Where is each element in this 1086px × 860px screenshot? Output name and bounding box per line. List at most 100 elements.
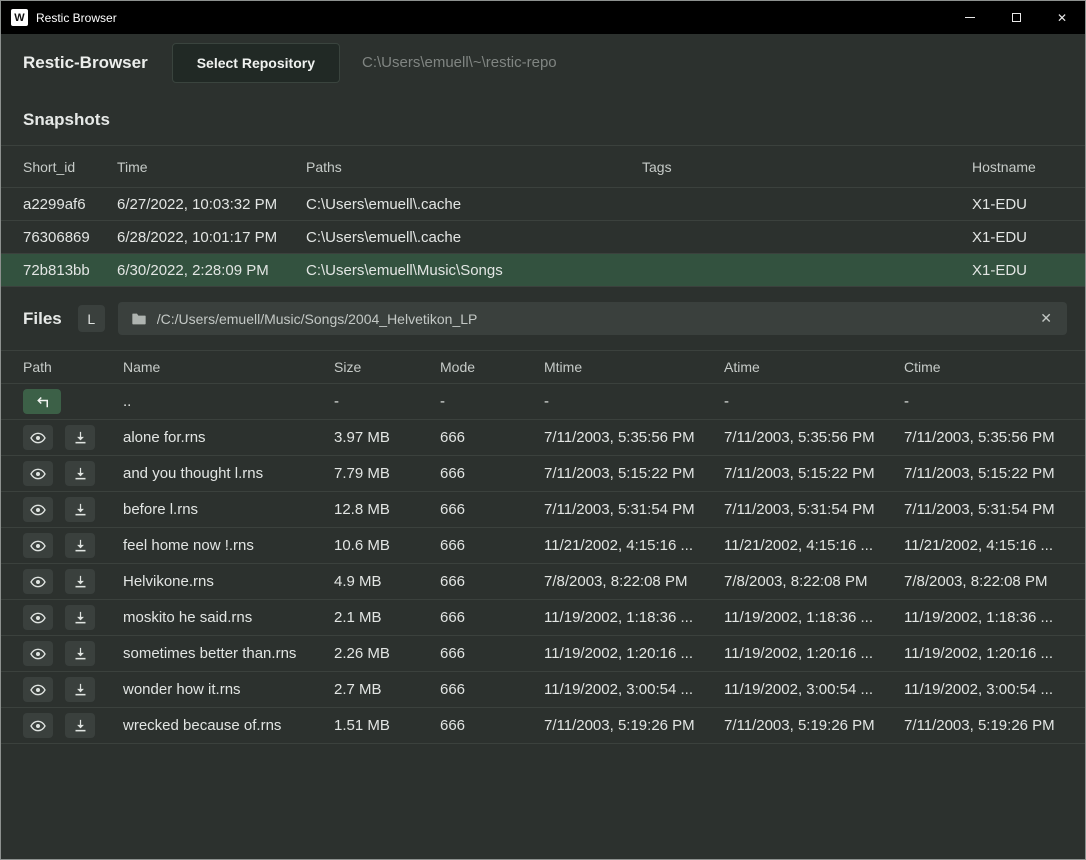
file-mode: 666 <box>440 501 544 518</box>
file-name: and you thought l.rns <box>123 465 334 482</box>
file-atime: 11/19/2002, 1:18:36 ... <box>724 609 904 626</box>
repository-path: C:\Users\emuell\~\restic-repo <box>362 54 557 71</box>
snapshot-time: 6/28/2022, 10:01:17 PM <box>117 229 306 246</box>
file-mode: 666 <box>440 429 544 446</box>
file-mode: 666 <box>440 645 544 662</box>
snapshot-short-id: a2299af6 <box>23 196 117 213</box>
snapshot-short-id: 76306869 <box>23 229 117 246</box>
file-ctime: 11/19/2002, 1:20:16 ... <box>904 645 1085 662</box>
file-row[interactable]: feel home now !.rns 10.6 MB 666 11/21/20… <box>1 528 1085 564</box>
file-size: 2.7 MB <box>334 681 440 698</box>
snapshot-paths: C:\Users\emuell\Music\Songs <box>306 262 642 279</box>
file-name: wonder how it.rns <box>123 681 334 698</box>
file-actions <box>23 533 123 558</box>
snapshot-row[interactable]: a2299af6 6/27/2022, 10:03:32 PM C:\Users… <box>1 188 1085 221</box>
minimize-icon <box>965 17 975 18</box>
file-row[interactable]: sometimes better than.rns 2.26 MB 666 11… <box>1 636 1085 672</box>
file-atime: 7/8/2003, 8:22:08 PM <box>724 573 904 590</box>
download-icon <box>73 502 88 517</box>
preview-button[interactable] <box>23 677 53 702</box>
file-size: 2.26 MB <box>334 645 440 662</box>
window-title: Restic Browser <box>36 11 947 25</box>
file-name: Helvikone.rns <box>123 573 334 590</box>
go-up-button[interactable] <box>23 389 61 414</box>
clear-path-button[interactable]: ✕ <box>1038 310 1054 327</box>
snapshots-table-header: Short_id Time Paths Tags Hostname <box>1 146 1085 188</box>
download-icon <box>73 682 88 697</box>
file-row[interactable]: and you thought l.rns 7.79 MB 666 7/11/2… <box>1 456 1085 492</box>
download-button[interactable] <box>65 605 95 630</box>
file-row[interactable]: moskito he said.rns 2.1 MB 666 11/19/200… <box>1 600 1085 636</box>
download-button[interactable] <box>65 569 95 594</box>
eye-icon <box>30 611 46 625</box>
file-row[interactable]: Helvikone.rns 4.9 MB 666 7/8/2003, 8:22:… <box>1 564 1085 600</box>
file-actions <box>23 677 123 702</box>
file-ctime: 7/8/2003, 8:22:08 PM <box>904 573 1085 590</box>
snapshot-hostname: X1-EDU <box>972 262 1085 279</box>
file-mode: 666 <box>440 465 544 482</box>
preview-button[interactable] <box>23 461 53 486</box>
files-heading: Files <box>23 309 62 329</box>
eye-icon <box>30 503 46 517</box>
file-row-up[interactable]: .. - - - - - <box>1 384 1085 420</box>
file-actions <box>23 497 123 522</box>
eye-icon <box>30 683 46 697</box>
file-actions <box>23 605 123 630</box>
list-view-button[interactable]: L <box>78 305 105 332</box>
download-button[interactable] <box>65 641 95 666</box>
download-button[interactable] <box>65 677 95 702</box>
file-mtime: 7/11/2003, 5:31:54 PM <box>544 501 724 518</box>
close-button[interactable]: ✕ <box>1039 1 1085 34</box>
snapshot-time: 6/30/2022, 2:28:09 PM <box>117 262 306 279</box>
preview-button[interactable] <box>23 569 53 594</box>
download-button[interactable] <box>65 425 95 450</box>
file-mode: - <box>440 393 544 410</box>
file-mtime: - <box>544 393 724 410</box>
preview-button[interactable] <box>23 641 53 666</box>
preview-button[interactable] <box>23 497 53 522</box>
eye-icon <box>30 719 46 733</box>
eye-icon <box>30 647 46 661</box>
files-table-header: Path Name Size Mode Mtime Atime Ctime <box>1 350 1085 384</box>
file-ctime: 7/11/2003, 5:35:56 PM <box>904 429 1085 446</box>
file-atime: 7/11/2003, 5:19:26 PM <box>724 717 904 734</box>
return-icon <box>33 395 51 409</box>
app-window: W Restic Browser ✕ Restic-Browser Select… <box>0 0 1086 860</box>
file-actions <box>23 713 123 738</box>
file-size: 12.8 MB <box>334 501 440 518</box>
file-row[interactable]: wrecked because of.rns 1.51 MB 666 7/11/… <box>1 708 1085 744</box>
window-controls: ✕ <box>947 1 1085 34</box>
file-row[interactable]: wonder how it.rns 2.7 MB 666 11/19/2002,… <box>1 672 1085 708</box>
download-button[interactable] <box>65 461 95 486</box>
snapshot-short-id: 72b813bb <box>23 262 117 279</box>
download-button[interactable] <box>65 533 95 558</box>
preview-button[interactable] <box>23 605 53 630</box>
snapshot-row[interactable]: 76306869 6/28/2022, 10:01:17 PM C:\Users… <box>1 221 1085 254</box>
path-bar[interactable]: /C:/Users/emuell/Music/Songs/2004_Helvet… <box>118 302 1067 335</box>
download-button[interactable] <box>65 497 95 522</box>
preview-button[interactable] <box>23 533 53 558</box>
snapshot-row-selected[interactable]: 72b813bb 6/30/2022, 2:28:09 PM C:\Users\… <box>1 254 1085 287</box>
file-mtime: 11/19/2002, 1:18:36 ... <box>544 609 724 626</box>
download-icon <box>73 466 88 481</box>
file-ctime: 11/21/2002, 4:15:16 ... <box>904 537 1085 554</box>
eye-icon <box>30 539 46 553</box>
minimize-button[interactable] <box>947 1 993 34</box>
app-icon: W <box>11 9 28 26</box>
close-icon: ✕ <box>1057 11 1067 25</box>
snapshot-time: 6/27/2022, 10:03:32 PM <box>117 196 306 213</box>
column-header-path: Path <box>23 359 123 375</box>
file-name: .. <box>123 393 334 410</box>
snapshot-paths: C:\Users\emuell\.cache <box>306 196 642 213</box>
maximize-button[interactable] <box>993 1 1039 34</box>
maximize-icon <box>1012 13 1021 22</box>
file-size: - <box>334 393 440 410</box>
download-button[interactable] <box>65 713 95 738</box>
file-row[interactable]: before l.rns 12.8 MB 666 7/11/2003, 5:31… <box>1 492 1085 528</box>
column-header-time: Time <box>117 159 306 175</box>
preview-button[interactable] <box>23 713 53 738</box>
preview-button[interactable] <box>23 425 53 450</box>
file-row[interactable]: alone for.rns 3.97 MB 666 7/11/2003, 5:3… <box>1 420 1085 456</box>
select-repository-button[interactable]: Select Repository <box>172 43 340 83</box>
file-name: wrecked because of.rns <box>123 717 334 734</box>
